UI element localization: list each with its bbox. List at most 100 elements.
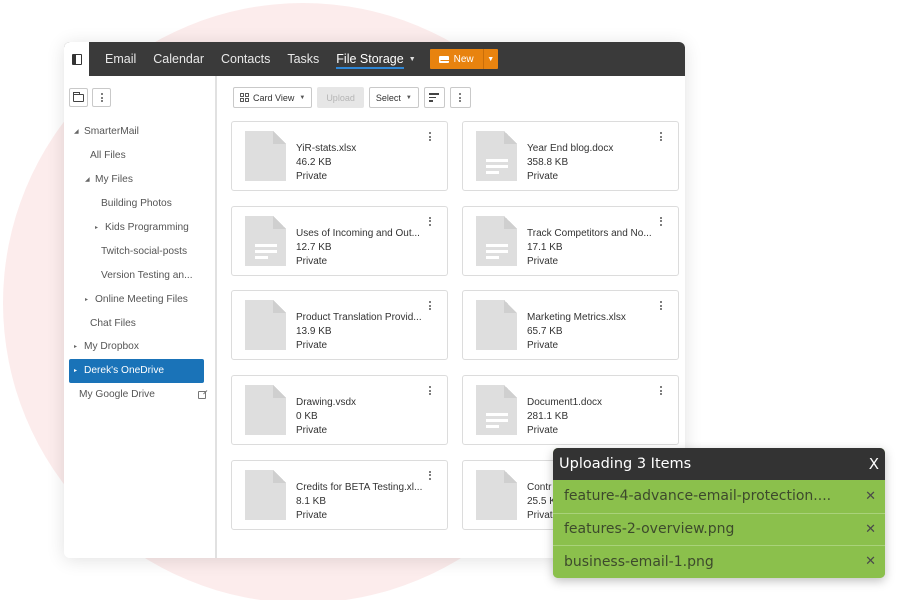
file-card[interactable]: Drawing.vsdx 0 KB Private [231, 375, 448, 446]
file-icon [245, 469, 286, 520]
file-size: 8.1 KB [296, 495, 327, 507]
expanded-arrow-icon[interactable]: ◢ [74, 128, 84, 135]
more-vertical-icon[interactable] [660, 132, 662, 141]
chevron-down-icon: ▼ [405, 94, 412, 101]
tree-item[interactable]: ◢ My Files [64, 168, 215, 192]
file-name: Product Translation Provid... [296, 312, 422, 324]
chevron-down-icon: ▼ [487, 55, 495, 63]
sidebar-toggle-button[interactable] [64, 42, 89, 76]
tree-item-label: My Files [95, 174, 133, 186]
file-icon [476, 469, 517, 520]
expanded-arrow-icon[interactable]: ◢ [85, 176, 95, 183]
sidebar-more-button[interactable] [92, 88, 111, 107]
more-vertical-icon[interactable] [429, 216, 431, 226]
chevron-down-icon: ▼ [299, 94, 306, 101]
nav-file-storage-label: File Storage [336, 52, 404, 66]
file-icon [476, 300, 517, 351]
document-icon [476, 131, 517, 181]
more-vertical-icon [459, 93, 462, 102]
upload-item-name: features-2-overview.png [564, 521, 735, 538]
new-dropdown-button[interactable]: ▼ [484, 49, 498, 69]
tree-item[interactable]: Building Photos [64, 192, 215, 216]
more-vertical-icon [100, 93, 103, 102]
upload-button[interactable]: Upload [317, 87, 364, 108]
file-card[interactable]: Credits for BETA Testing.xl... 8.1 KB Priv… [231, 459, 448, 530]
file-size: 358.8 KB [527, 157, 569, 168]
upload-panel-close-button[interactable]: X [869, 455, 879, 473]
more-vertical-icon[interactable] [429, 132, 431, 141]
file-sharing: Private [527, 255, 559, 267]
more-vertical-icon[interactable] [660, 301, 662, 311]
mail-icon [438, 55, 449, 63]
more-vertical-icon[interactable] [660, 386, 662, 396]
tree-item[interactable]: ▸ Online Meeting Files [64, 287, 215, 311]
close-icon[interactable]: ✕ [865, 554, 876, 569]
file-card[interactable]: Marketing Metrics.xlsx 65.7 KB Private [462, 290, 679, 361]
tree-item-label: Twitch-social-posts [101, 245, 188, 257]
tree-item[interactable]: All Files [64, 144, 215, 168]
close-icon[interactable]: ✕ [865, 489, 876, 504]
file-sharing: Private [296, 255, 328, 267]
file-info: Track Competitors and No... 17.1 KB Privat… [527, 227, 662, 269]
file-card[interactable]: Document1.docx 281.1 KB Private [462, 375, 679, 446]
select-dropdown[interactable]: Select ▼ [368, 87, 419, 108]
tree-item[interactable]: Chat Files [64, 311, 215, 335]
file-size: 46.2 KB [296, 157, 332, 168]
sidebar: ◢ SmarterMail All Files ◢ My Files Building P… [64, 76, 217, 558]
chevron-down-icon[interactable]: ▼ [409, 56, 416, 63]
upload-panel-header: Uploading 3 Items X [553, 448, 885, 480]
more-vertical-icon[interactable] [660, 216, 662, 226]
more-vertical-icon[interactable] [429, 301, 431, 311]
file-name: Uses of Incoming and Out... [296, 227, 420, 239]
sort-button[interactable] [423, 87, 445, 108]
collapsed-arrow-icon[interactable]: ▸ [74, 367, 84, 374]
file-icon [245, 131, 286, 181]
collapsed-arrow-icon[interactable]: ▸ [95, 224, 105, 231]
tree-item[interactable]: ◢ SmarterMail [64, 120, 215, 144]
nav-email[interactable]: Email [105, 52, 136, 66]
collapsed-arrow-icon[interactable]: ▸ [85, 296, 95, 303]
file-card[interactable]: Track Competitors and No... 17.1 KB Privat… [462, 205, 679, 276]
file-card[interactable]: YiR-stats.xlsx 46.2 KB Private [231, 121, 448, 191]
card-view-dropdown[interactable]: Card View ▼ [233, 87, 313, 108]
file-name: Drawing.vsdx [296, 397, 357, 409]
file-card[interactable]: Year End blog.docx 358.8 KB Private [462, 121, 679, 191]
close-icon[interactable]: ✕ [865, 522, 876, 537]
tree-item[interactable]: Twitch-social-posts [64, 239, 215, 263]
nav-contacts[interactable]: Contacts [221, 52, 270, 66]
file-name: Credits for BETA Testing.xl... [296, 481, 423, 493]
tree-item[interactable]: My Google Drive [64, 383, 215, 407]
tree-item[interactable]: ▸ Kids Programming [64, 216, 215, 240]
file-card[interactable]: Uses of Incoming and Out... 12.7 KB Privat… [231, 205, 448, 276]
tree-item[interactable]: ▸ Derek's OneDrive [69, 358, 204, 383]
tree-item[interactable]: Version Testing an... [64, 263, 215, 287]
nav-calendar[interactable]: Calendar [153, 52, 204, 66]
tree-item-label: My Google Drive [79, 389, 155, 401]
tree-item-label: Chat Files [90, 317, 136, 329]
file-name: YiR-stats.xlsx [296, 143, 357, 154]
external-link-icon[interactable] [198, 390, 206, 399]
file-sharing: Private [296, 340, 328, 352]
collapsed-arrow-icon[interactable]: ▸ [74, 343, 84, 350]
more-vertical-icon[interactable] [429, 470, 431, 480]
file-sharing: Private [296, 171, 328, 182]
new-button[interactable]: New [430, 49, 484, 69]
file-icon [245, 385, 286, 436]
file-size: 12.7 KB [296, 241, 332, 253]
file-sharing: Private [527, 425, 559, 437]
file-size: 0 KB [296, 411, 318, 423]
file-card[interactable]: Product Translation Provid... 13.9 KB Priv… [231, 290, 448, 361]
tree-item[interactable]: ▸ My Dropbox [64, 335, 215, 359]
sidebar-toolbar [69, 88, 111, 107]
file-name: Marketing Metrics.xlsx [527, 312, 626, 324]
toolbar-more-button[interactable] [449, 87, 471, 108]
upload-item: feature-4-advance-email-protection.... ✕ [553, 480, 885, 513]
file-size: 17.1 KB [527, 241, 563, 253]
tree-item-label: SmarterMail [84, 126, 139, 138]
more-vertical-icon[interactable] [429, 386, 431, 396]
upload-item-name: feature-4-advance-email-protection.... [564, 488, 832, 505]
nav-file-storage[interactable]: File Storage [336, 52, 404, 69]
file-name: Document1.docx [527, 397, 603, 409]
nav-tasks[interactable]: Tasks [287, 52, 319, 66]
new-folder-button[interactable] [69, 88, 88, 107]
